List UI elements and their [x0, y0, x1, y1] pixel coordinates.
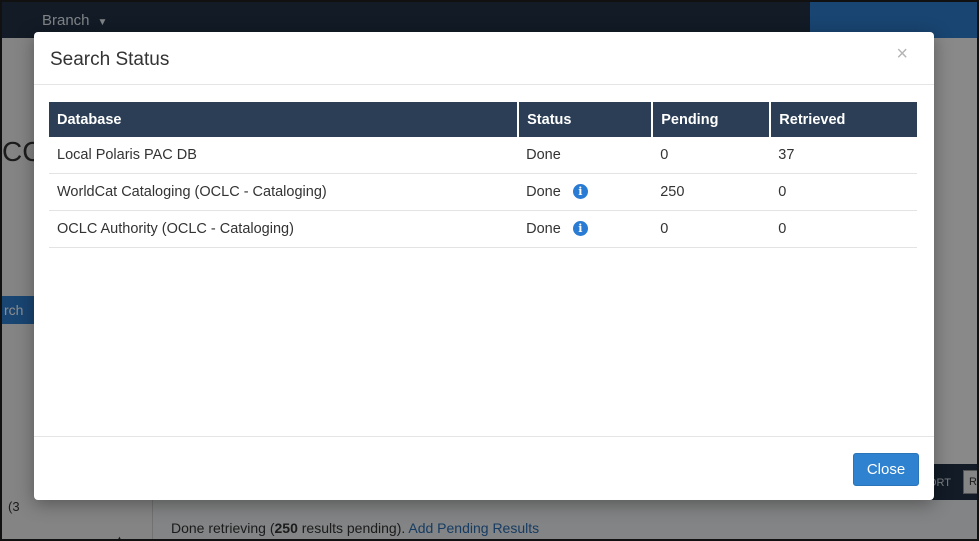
- pending-cell: 250: [652, 173, 771, 211]
- pending-cell: 0: [652, 137, 771, 174]
- status-text: Done: [526, 184, 561, 200]
- dialog-title: Search Status: [50, 49, 170, 70]
- table-row: Local Polaris PAC DB Done 0 37: [49, 137, 917, 174]
- status-cell: Done i: [518, 173, 653, 211]
- status-cell: Done i: [518, 210, 653, 248]
- retrieved-cell: 0: [770, 210, 917, 248]
- table-header-row: Database Status Pending Retrieved: [49, 102, 917, 137]
- column-header-pending: Pending: [652, 102, 772, 137]
- retrieved-cell: 37: [770, 137, 917, 174]
- dialog-header: Search Status ×: [34, 32, 934, 85]
- close-button[interactable]: Close: [853, 453, 919, 486]
- status-table-wrapper: Database Status Pending Retrieved Local …: [49, 102, 917, 248]
- app-frame: Branch ▼ CC rch (3 ▲ ORT R Done retrievin…: [0, 0, 979, 541]
- info-circle-icon[interactable]: i: [572, 221, 588, 236]
- retrieved-cell: 0: [770, 173, 917, 211]
- database-cell: WorldCat Cataloging (OCLC - Cataloging): [49, 173, 519, 211]
- status-text: Done: [526, 221, 561, 237]
- status-cell: Done: [518, 137, 653, 174]
- status-text: Done: [526, 147, 561, 163]
- table-row: WorldCat Cataloging (OCLC - Cataloging) …: [49, 173, 917, 211]
- dialog-footer: Close: [34, 436, 934, 501]
- column-header-status: Status: [518, 102, 654, 137]
- info-circle-icon[interactable]: i: [572, 184, 588, 199]
- close-icon[interactable]: ×: [896, 44, 908, 64]
- search-status-dialog: Search Status × Database Status Pending …: [34, 32, 934, 500]
- search-status-table: Database Status Pending Retrieved Local …: [49, 102, 917, 248]
- table-row: OCLC Authority (OCLC - Cataloging) Done i…: [49, 210, 917, 248]
- pending-cell: 0: [652, 210, 771, 248]
- database-cell: Local Polaris PAC DB: [49, 137, 519, 174]
- database-cell: OCLC Authority (OCLC - Cataloging): [49, 210, 519, 248]
- column-header-database: Database: [49, 102, 520, 137]
- column-header-retrieved: Retrieved: [770, 102, 917, 137]
